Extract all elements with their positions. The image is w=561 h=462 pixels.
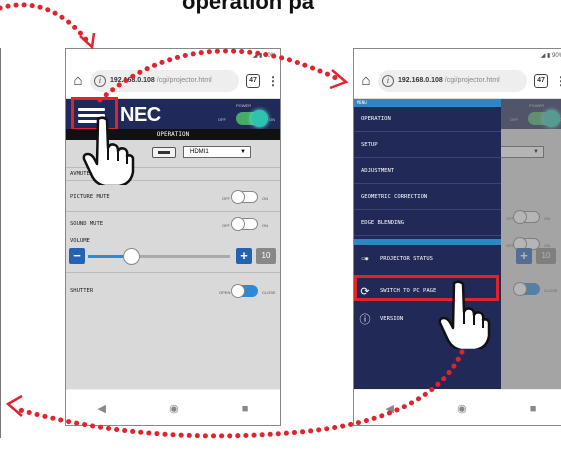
arrowhead-2 [329,69,349,90]
arrow-to-menu [97,48,343,103]
arrow-to-operation [0,2,91,45]
arrowhead-3 [5,394,23,417]
arrow-back-loop [17,349,465,439]
flow-arrows [0,2,465,439]
